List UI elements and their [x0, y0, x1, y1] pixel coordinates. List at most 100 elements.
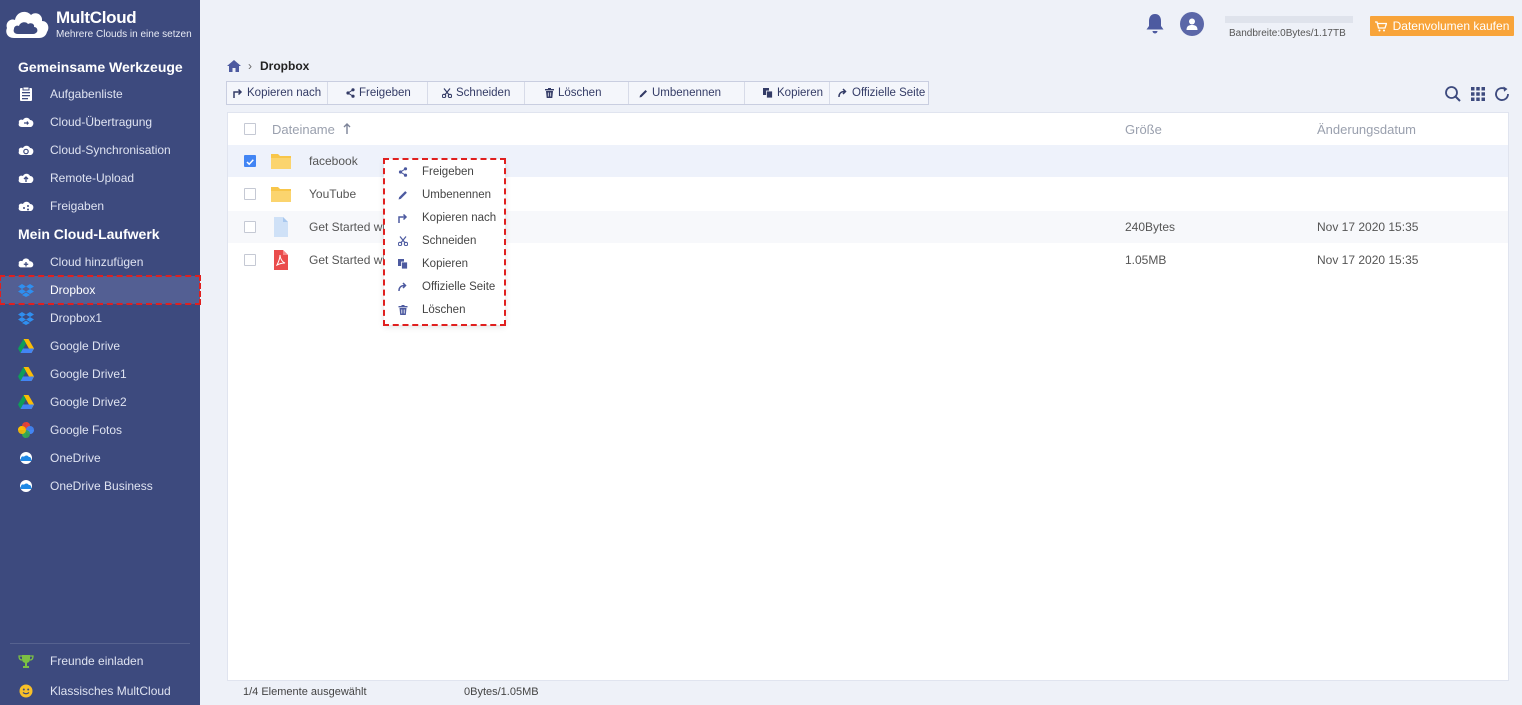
breadcrumb-current[interactable]: Dropbox	[260, 59, 309, 73]
sidebar-item-google-drive[interactable]: Google Drive	[0, 332, 200, 360]
delete-button[interactable]: Löschen	[525, 82, 629, 104]
google-photos-icon	[18, 422, 34, 438]
sidebar-item-task-list[interactable]: Aufgabenliste	[0, 80, 200, 108]
share-button[interactable]: Freigeben	[328, 82, 428, 104]
sidebar-item-onedrive[interactable]: OneDrive	[0, 444, 200, 472]
delete-label: Löschen	[558, 87, 602, 99]
pencil-icon	[639, 89, 647, 97]
sidebar-item-label: Freigaben	[50, 199, 105, 213]
context-menu-item-official-site[interactable]: Offizielle Seite	[384, 276, 503, 298]
cut-label: Schneiden	[456, 87, 511, 99]
context-menu-label: Schneiden	[422, 235, 477, 247]
sidebar-item-google-photos[interactable]: Google Fotos	[0, 416, 200, 444]
cloud-transfer-icon	[18, 114, 34, 130]
file-name[interactable]: facebook	[309, 154, 358, 168]
notification-bell-icon[interactable]	[1145, 13, 1165, 35]
dropbox-icon	[18, 310, 34, 326]
logo[interactable]: MultCloud Mehrere Clouds in eine setzen	[4, 4, 200, 46]
breadcrumb-separator: ›	[248, 59, 252, 73]
share-icon	[398, 167, 408, 177]
trash-icon	[545, 88, 554, 98]
copy-to-icon	[233, 88, 243, 98]
context-menu-item-copy-to[interactable]: Kopieren nach	[384, 207, 503, 229]
file-name[interactable]: Get Started wit	[309, 253, 388, 267]
sidebar-item-invite-friends[interactable]: Freunde einladen	[0, 647, 200, 675]
remote-upload-icon	[18, 170, 34, 186]
sidebar-item-onedrive-business[interactable]: OneDrive Business	[0, 472, 200, 500]
sidebar-item-label: Klassisches MultCloud	[50, 684, 171, 698]
copy-to-button[interactable]: Kopieren nach	[227, 82, 328, 104]
row-checkbox[interactable]	[244, 155, 256, 167]
column-header-date[interactable]: Änderungsdatum	[1317, 122, 1416, 137]
folder-icon	[271, 154, 291, 169]
sidebar-item-label: Cloud hinzufügen	[50, 255, 144, 269]
copy-button[interactable]: Kopieren	[745, 82, 830, 104]
row-checkbox[interactable]	[244, 254, 256, 266]
sidebar-item-cloud-sync[interactable]: Cloud-Synchronisation	[0, 136, 200, 164]
sidebar-item-add-cloud[interactable]: Cloud hinzufügen	[0, 248, 200, 276]
sidebar-item-label: Cloud-Übertragung	[50, 115, 153, 129]
column-header-name[interactable]: Dateiname	[272, 122, 351, 137]
bandwidth-progress-bar	[1225, 16, 1353, 23]
sidebar-item-google-drive2[interactable]: Google Drive2	[0, 388, 200, 416]
copy-icon	[398, 259, 408, 269]
trophy-icon	[18, 653, 34, 669]
sidebar-item-classic-multcloud[interactable]: Klassisches MultCloud	[0, 677, 200, 705]
file-toolbar: Kopieren nach Freigeben Schneiden Lösche…	[226, 81, 929, 105]
app-title: MultCloud	[56, 8, 137, 27]
sidebar-item-cloud-transfer[interactable]: Cloud-Übertragung	[0, 108, 200, 136]
search-icon[interactable]	[1444, 85, 1462, 103]
section-title-drive: Mein Cloud-Laufwerk	[18, 226, 160, 242]
add-cloud-icon	[18, 254, 34, 270]
context-menu-item-cut[interactable]: Schneiden	[384, 230, 503, 252]
sidebar-item-dropbox1[interactable]: Dropbox1	[0, 304, 200, 332]
task-list-icon	[18, 86, 34, 102]
sidebar-item-dropbox[interactable]: Dropbox	[0, 275, 201, 305]
row-checkbox[interactable]	[244, 221, 256, 233]
share-label: Freigeben	[359, 87, 411, 99]
bandwidth-text: Bandbreite:0Bytes/1.17TB	[1229, 28, 1346, 39]
context-menu: Freigeben Umbenennen Kopieren nach Schne…	[383, 158, 506, 326]
file-size: 1.05MB	[1125, 253, 1167, 267]
sidebar: MultCloud Mehrere Clouds in eine setzen …	[0, 0, 201, 705]
external-arrow-icon	[838, 88, 847, 98]
rename-button[interactable]: Umbenennen	[629, 82, 745, 104]
row-checkbox[interactable]	[244, 188, 256, 200]
trash-icon	[398, 305, 408, 315]
document-icon	[274, 217, 288, 237]
sidebar-item-shares[interactable]: Freigaben	[0, 192, 200, 220]
column-header-size[interactable]: Größe	[1125, 122, 1162, 137]
context-menu-item-delete[interactable]: Löschen	[384, 299, 503, 321]
official-site-label: Offizielle Seite	[852, 87, 926, 99]
refresh-icon[interactable]	[1493, 85, 1511, 103]
grid-view-icon[interactable]	[1469, 85, 1487, 103]
home-icon[interactable]	[227, 60, 241, 72]
sidebar-item-label: Google Fotos	[50, 423, 123, 437]
buy-data-volume-button[interactable]: Datenvolumen kaufen	[1370, 16, 1514, 36]
folder-icon	[271, 187, 291, 202]
sidebar-item-google-drive1[interactable]: Google Drive1	[0, 360, 200, 388]
pdf-icon	[274, 250, 288, 270]
context-menu-item-rename[interactable]: Umbenennen	[384, 184, 503, 206]
user-avatar[interactable]	[1180, 12, 1204, 36]
onedrive-icon	[18, 478, 34, 494]
check-icon	[246, 159, 254, 166]
cut-button[interactable]: Schneiden	[428, 82, 525, 104]
dropbox-icon	[18, 282, 34, 298]
select-all-checkbox[interactable]	[244, 123, 256, 135]
user-icon	[1186, 18, 1198, 30]
context-menu-label: Löschen	[422, 304, 466, 316]
official-site-button[interactable]: Offizielle Seite	[830, 82, 928, 104]
share-cloud-icon	[18, 198, 34, 214]
sidebar-divider	[10, 643, 190, 644]
file-name[interactable]: Get Started wit	[309, 220, 388, 234]
file-name[interactable]: YouTube	[309, 187, 356, 201]
rename-label: Umbenennen	[652, 87, 722, 99]
context-menu-item-share[interactable]: Freigeben	[384, 161, 503, 183]
multcloud-logo-icon	[6, 11, 49, 38]
cloud-sync-icon	[18, 142, 34, 158]
sidebar-item-remote-upload[interactable]: Remote-Upload	[0, 164, 200, 192]
google-drive-icon	[18, 366, 34, 382]
context-menu-item-copy[interactable]: Kopieren	[384, 253, 503, 275]
breadcrumb: › Dropbox	[227, 58, 309, 74]
